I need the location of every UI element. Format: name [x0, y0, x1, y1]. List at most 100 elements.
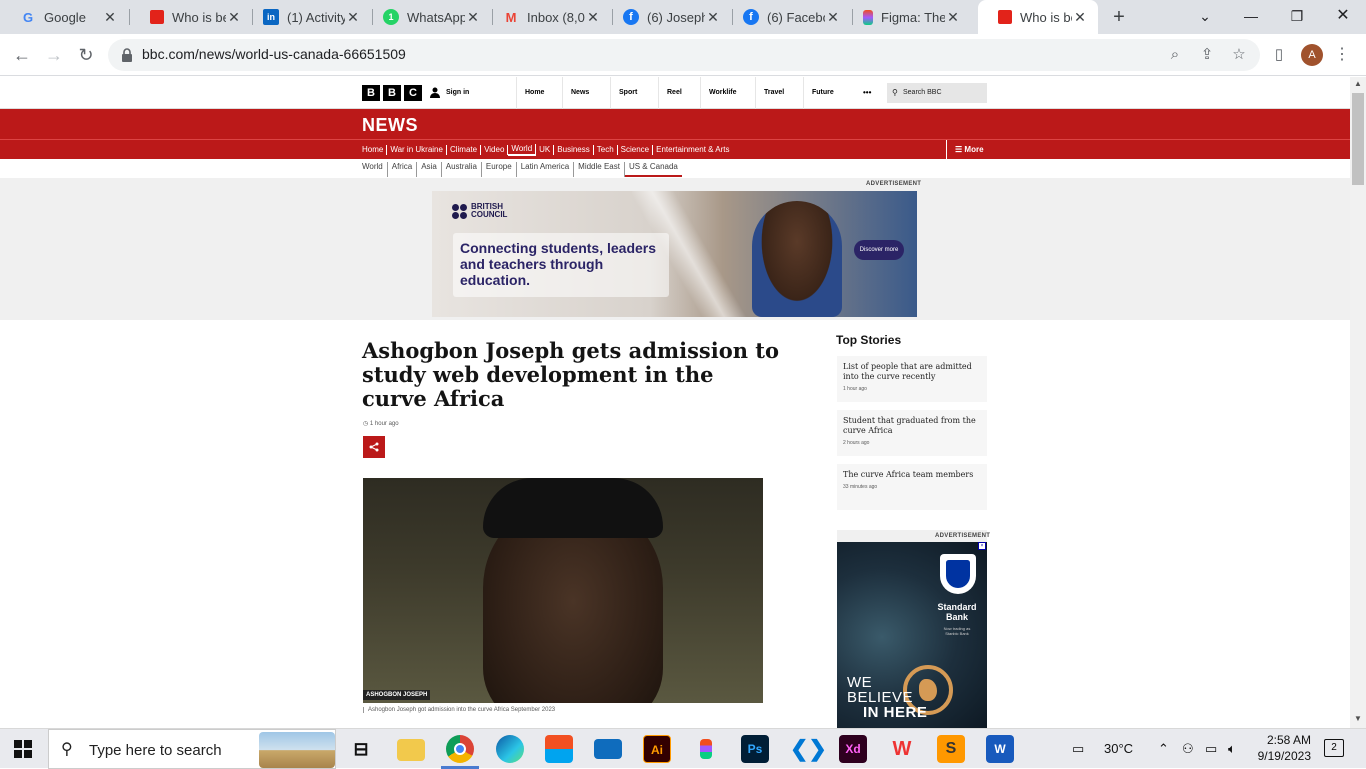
back-arrow-icon[interactable]: ←	[10, 43, 34, 67]
more-dots-icon[interactable]: •••	[863, 88, 871, 97]
news-title[interactable]: NEWS	[362, 115, 418, 136]
forward-arrow-icon[interactable]: →	[42, 43, 66, 67]
scroll-down-icon[interactable]: ▼	[1353, 714, 1363, 723]
weather-temp[interactable]: 30°C	[1104, 729, 1133, 769]
side-panel-icon[interactable]: ▯	[1270, 46, 1288, 64]
tab-google[interactable]: G Google ✕	[0, 0, 128, 34]
news-nav-war-in-ukraine[interactable]: War in Ukraine	[387, 145, 447, 155]
signin-link[interactable]: Sign in	[430, 87, 469, 98]
task-view-icon[interactable]: ⊟	[347, 735, 375, 763]
scroll-thumb[interactable]	[1352, 93, 1364, 185]
standard-bank-ad[interactable]: ADVERTISEMENT Standard Bank Now trading …	[837, 530, 990, 728]
nav-travel[interactable]: Travel	[755, 77, 803, 109]
bbc-logo[interactable]: B B C	[362, 85, 422, 101]
close-icon[interactable]: ✕	[465, 9, 481, 26]
nav-worklife[interactable]: Worklife	[700, 77, 755, 109]
british-council-ad[interactable]: BRITISH COUNCIL Connecting students, lead…	[432, 191, 917, 317]
close-icon[interactable]: ✕	[1072, 9, 1088, 26]
tab-figma[interactable]: Figma: The ✕	[843, 0, 971, 34]
discover-more-button[interactable]: Discover more	[854, 240, 904, 260]
nav-news[interactable]: News	[562, 77, 610, 109]
nav-sport[interactable]: Sport	[610, 77, 658, 109]
close-icon[interactable]: ✕	[226, 9, 242, 26]
nav-reel[interactable]: Reel	[658, 77, 700, 109]
illustrator-icon[interactable]: Ai	[643, 735, 671, 763]
news-nav-tech[interactable]: Tech	[594, 145, 618, 155]
zoom-icon[interactable]: ⌕	[1166, 46, 1184, 64]
close-icon[interactable]: ✕	[705, 9, 721, 26]
sublime-icon[interactable]: S	[937, 735, 965, 763]
chrome-icon[interactable]	[446, 735, 474, 763]
figma-icon[interactable]	[692, 735, 720, 763]
subnav-africa[interactable]: Africa	[388, 162, 418, 177]
address-bar[interactable]: bbc.com/news/world-us-canada-66651509 ⌕ …	[108, 39, 1260, 71]
reload-icon[interactable]: ↻	[74, 43, 98, 67]
news-nav-business[interactable]: Business	[554, 145, 594, 155]
news-nav-more[interactable]: ☰ More	[946, 140, 984, 160]
chrome-menu-icon[interactable]: ⋮	[1334, 44, 1350, 64]
story-card[interactable]: List of people that are admitted into th…	[837, 356, 987, 402]
window-close-icon[interactable]: ✕	[1320, 0, 1366, 34]
edge-icon[interactable]	[496, 735, 524, 763]
people-icon[interactable]: ⚇	[1182, 729, 1194, 769]
close-icon[interactable]: ✕	[825, 9, 841, 26]
story-card[interactable]: The curve Africa team members 33 minutes…	[837, 464, 987, 510]
news-nav-video[interactable]: Video	[481, 145, 509, 155]
story-card[interactable]: Student that graduated from the curve Af…	[837, 410, 987, 456]
subnav-asia[interactable]: Asia	[417, 162, 442, 177]
page-scrollbar[interactable]: ▲ ▼	[1350, 77, 1366, 728]
share-button[interactable]	[363, 436, 385, 458]
tab-facebook-2[interactable]: f (6) Facebo ✕	[723, 0, 851, 34]
tab-linkedin[interactable]: in (1) Activity ✕	[243, 0, 371, 34]
tab-search-icon[interactable]: ⌄	[1182, 0, 1228, 34]
news-nav-uk[interactable]: UK	[536, 145, 555, 155]
nav-home[interactable]: Home	[516, 77, 562, 109]
bbc-search-box[interactable]: ⚲ Search BBC	[887, 83, 987, 103]
news-nav-world[interactable]: World	[508, 144, 537, 156]
subnav-us-canada[interactable]: US & Canada	[624, 162, 682, 177]
story-title[interactable]: Student that graduated from the curve Af…	[843, 416, 981, 436]
tab-facebook-1[interactable]: f (6) Joseph ✕	[603, 0, 731, 34]
news-nav-home[interactable]: Home	[362, 145, 388, 155]
tab-bbc-1[interactable]: Who is bei ✕	[130, 0, 252, 34]
weather-icon[interactable]: ▭	[1072, 729, 1084, 769]
new-tab-button[interactable]: +	[1108, 6, 1130, 28]
taskbar-search-box[interactable]: ⚲ Type here to search	[48, 729, 336, 769]
nav-future[interactable]: Future	[803, 77, 849, 109]
profile-avatar[interactable]: A	[1301, 44, 1323, 66]
windows-start-icon[interactable]	[14, 740, 32, 758]
subnav-world[interactable]: World	[362, 162, 388, 177]
close-icon[interactable]: ✕	[945, 9, 961, 26]
subnav-latin-america[interactable]: Latin America	[517, 162, 575, 177]
minimize-icon[interactable]: —	[1228, 0, 1274, 34]
bookmark-star-icon[interactable]: ☆	[1230, 46, 1248, 64]
story-title[interactable]: The curve Africa team members	[843, 470, 981, 480]
close-icon[interactable]: ✕	[102, 9, 118, 26]
vscode-icon[interactable]: ❮❯	[790, 735, 827, 763]
subnav-europe[interactable]: Europe	[482, 162, 517, 177]
xd-icon[interactable]: Xd	[839, 735, 867, 763]
news-nav-entertainment[interactable]: Entertainment & Arts	[653, 145, 732, 155]
store-icon[interactable]	[545, 735, 573, 763]
word-icon[interactable]: W	[986, 735, 1014, 763]
ad-choices-icon[interactable]: ×	[978, 542, 986, 550]
share-icon[interactable]: ⇪	[1198, 46, 1216, 64]
wps-icon[interactable]: W	[888, 735, 916, 763]
scroll-up-icon[interactable]: ▲	[1353, 79, 1363, 88]
close-icon[interactable]: ✕	[345, 9, 361, 26]
subnav-middle-east[interactable]: Middle East	[574, 162, 625, 177]
story-title[interactable]: List of people that are admitted into th…	[843, 362, 981, 382]
news-nav-science[interactable]: Science	[618, 145, 654, 155]
file-explorer-icon[interactable]	[397, 739, 425, 761]
tab-bbc-active[interactable]: Who is bei ✕	[978, 0, 1098, 34]
mail-icon[interactable]	[594, 739, 622, 759]
battery-icon[interactable]: ▭	[1205, 729, 1217, 769]
tray-chevron-icon[interactable]: ⌃	[1158, 729, 1169, 769]
subnav-australia[interactable]: Australia	[442, 162, 482, 177]
tab-gmail[interactable]: M Inbox (8,03 ✕	[483, 0, 611, 34]
photoshop-icon[interactable]: Ps	[741, 735, 769, 763]
taskbar-clock[interactable]: 2:58 AM 9/19/2023	[1251, 732, 1311, 764]
tab-whatsapp[interactable]: 1 WhatsApp ✕	[363, 0, 491, 34]
close-icon[interactable]: ✕	[585, 9, 601, 26]
news-nav-climate[interactable]: Climate	[447, 145, 482, 155]
